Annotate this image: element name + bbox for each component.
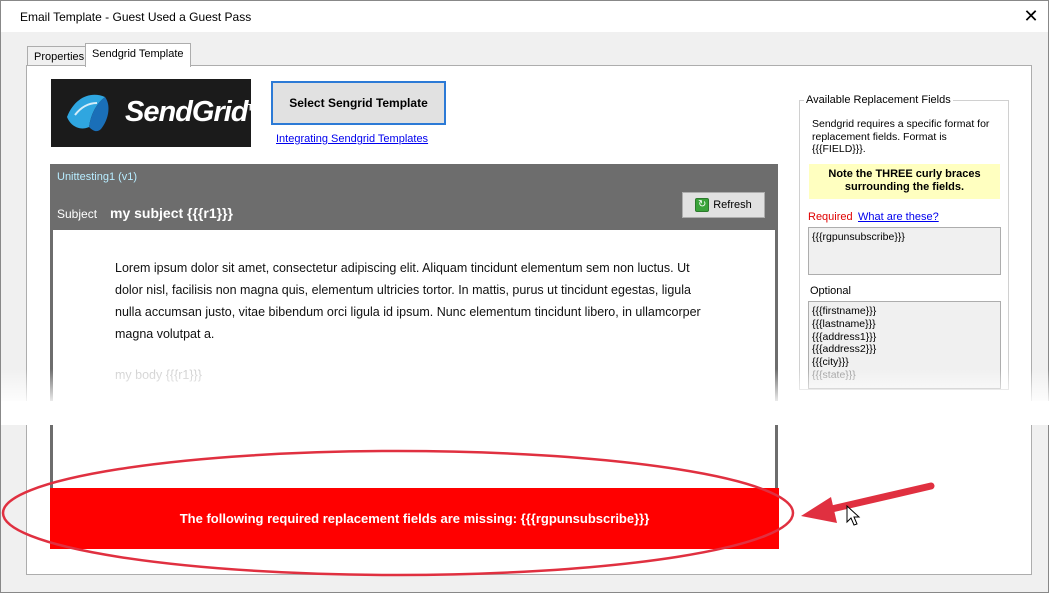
subject-label: Subject: [57, 207, 98, 221]
subject-value: my subject {{{r1}}}: [110, 205, 233, 221]
sendgrid-template-panel: SendGridTM Select Sengrid Template Integ…: [26, 65, 1032, 575]
sendgrid-logo-wordmark: SendGridTM: [125, 96, 260, 128]
integrating-sendgrid-templates-link[interactable]: Integrating Sendgrid Templates: [276, 133, 428, 145]
refresh-label: Refresh: [713, 199, 752, 211]
refresh-icon: ↻: [695, 198, 710, 212]
tab-sendgrid-template[interactable]: Sendgrid Template: [85, 43, 191, 67]
select-sendgrid-template-button[interactable]: Select Sengrid Template: [271, 81, 446, 125]
optional-fields-list[interactable]: {{{firstname}}} {{{lastname}}} {{{addres…: [808, 301, 1001, 389]
window-title: Email Template - Guest Used a Guest Pass: [20, 10, 252, 24]
what-are-these-link[interactable]: What are these?: [858, 211, 939, 223]
body-text: Lorem ipsum dolor sit amet, consectetur …: [115, 261, 701, 341]
group-legend: Available Replacement Fields: [804, 94, 953, 106]
sendgrid-logo-icon: [67, 94, 109, 132]
error-message: The following required replacement field…: [179, 511, 650, 526]
close-icon[interactable]: ✕: [1014, 1, 1048, 32]
title-bar: Email Template - Guest Used a Guest Pass…: [1, 1, 1048, 32]
list-item[interactable]: {{{lastname}}}: [812, 318, 997, 331]
body-placeholder: my body {{{r1}}}: [115, 368, 202, 382]
template-name: Unittesting1 (v1): [57, 171, 138, 183]
list-item[interactable]: {{{state}}}: [812, 369, 997, 382]
sendgrid-logo: SendGridTM: [51, 79, 260, 147]
optional-label: Optional: [810, 285, 851, 297]
refresh-button[interactable]: ↻ Refresh: [682, 192, 765, 218]
required-label: Required: [808, 211, 853, 223]
email-template-window: Email Template - Guest Used a Guest Pass…: [0, 0, 1049, 593]
format-description: Sendgrid requires a specific format for …: [812, 118, 990, 155]
list-item[interactable]: {{{firstname}}}: [812, 305, 997, 318]
list-item[interactable]: {{{rgpunsubscribe}}}: [812, 231, 997, 243]
curly-braces-note: Note the THREE curly braces surrounding …: [809, 164, 1000, 199]
list-item[interactable]: {{{address1}}}: [812, 331, 997, 344]
list-item[interactable]: {{{address2}}}: [812, 343, 997, 356]
required-fields-list[interactable]: {{{rgpunsubscribe}}}: [808, 227, 1001, 275]
missing-fields-error-banner: The following required replacement field…: [50, 488, 779, 549]
list-item[interactable]: {{{city}}}: [812, 356, 997, 369]
available-replacement-fields-group: Available Replacement Fields Sendgrid re…: [799, 94, 1009, 390]
